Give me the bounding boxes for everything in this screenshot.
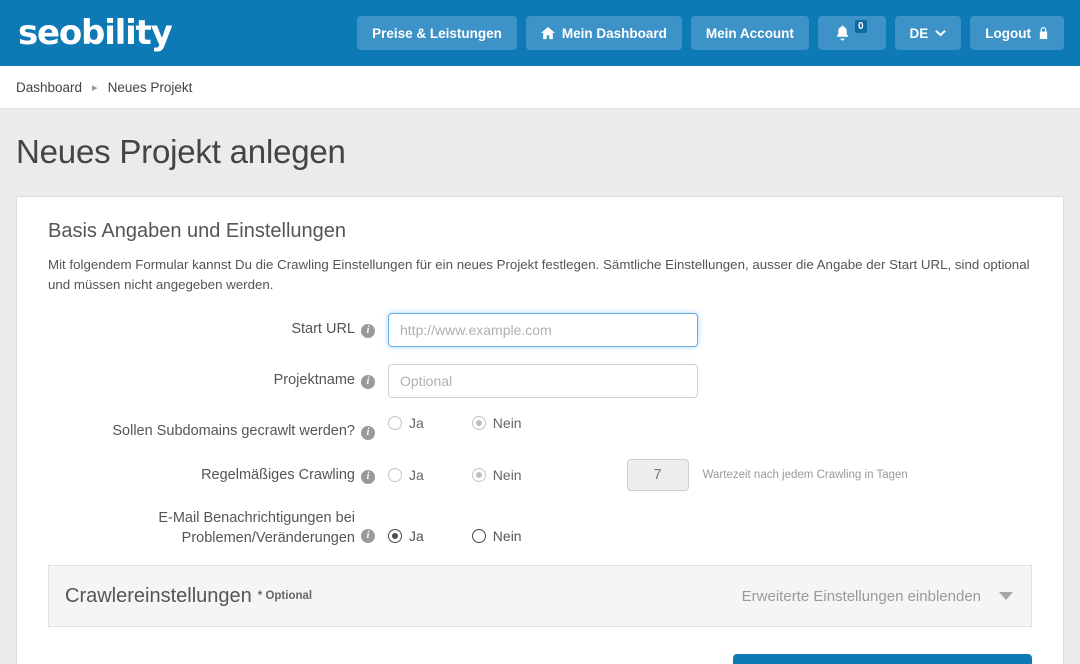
form-row-start-url: Start URL i xyxy=(33,313,1047,348)
email-label-line2: Problemen/Veränderungen xyxy=(181,529,355,546)
nav-account-label: Mein Account xyxy=(705,25,794,41)
crawler-optional-tag: * Optional xyxy=(257,590,313,603)
nav-dashboard-button[interactable]: Mein Dashboard xyxy=(525,16,682,50)
radio-circle-icon xyxy=(388,416,402,431)
project-name-label: Projektname i xyxy=(33,364,388,391)
regular-crawling-radio-yes[interactable]: Ja xyxy=(388,467,424,483)
nav-logout-label: Logout xyxy=(985,25,1031,41)
nav-logout-button[interactable]: Logout xyxy=(970,16,1064,50)
crawler-toggle-label: Erweiterte Einstellungen einblenden xyxy=(741,587,981,605)
radio-circle-checked-icon xyxy=(471,416,486,431)
start-url-input[interactable] xyxy=(388,313,698,348)
crawler-settings-title: Crawlereinstellungen xyxy=(65,584,252,607)
page-title: Neues Projekt anlegen xyxy=(16,133,346,170)
form-row-subdomains: Sollen Subdomains gecrawlt werden? i Ja … xyxy=(33,415,1047,442)
nav-dashboard-label: Mein Dashboard xyxy=(561,25,667,41)
regular-crawling-field-area: Ja Nein Wartezeit nach jedem Crawling in… xyxy=(388,458,908,491)
email-notifications-label: E-Mail Benachrichtigungen bei Problemen/… xyxy=(33,508,388,548)
form-row-email-notifications: E-Mail Benachrichtigungen bei Problemen/… xyxy=(33,508,1047,548)
subdomains-radio-yes[interactable]: Ja xyxy=(388,415,424,431)
regular-crawling-label: Regelmäßiges Crawling i xyxy=(33,459,388,486)
email-notifications-label-text: E-Mail Benachrichtigungen bei Problemen/… xyxy=(158,509,355,548)
seobility-logo[interactable]: seobility xyxy=(18,16,173,50)
nav-language-label: DE xyxy=(909,25,929,41)
regular-crawling-no-label: Nein xyxy=(492,466,522,483)
project-name-input[interactable] xyxy=(388,364,698,399)
basis-settings-panel: Basis Angaben und Einstellungen Mit folg… xyxy=(16,196,1064,664)
info-icon[interactable]: i xyxy=(361,469,375,484)
project-name-field-area xyxy=(388,364,698,399)
bell-icon xyxy=(835,25,850,41)
radio-circle-checked-icon xyxy=(388,528,402,543)
subdomains-label: Sollen Subdomains gecrawlt werden? i xyxy=(33,415,388,442)
subdomains-radio-no[interactable]: Nein xyxy=(471,415,522,432)
crawling-interval-hint: Wartezeit nach jedem Crawling in Tagen xyxy=(702,468,908,481)
subdomains-yes-label: Ja xyxy=(409,415,424,432)
crawler-settings-toggle[interactable]: Erweiterte Einstellungen einblenden xyxy=(742,588,1013,605)
home-icon xyxy=(540,26,555,40)
panel-heading: Basis Angaben und Einstellungen xyxy=(48,220,347,242)
email-notifications-field-area: Ja Nein xyxy=(388,508,570,544)
chevron-down-icon xyxy=(999,592,1013,601)
nav-notifications-button[interactable]: 0 xyxy=(817,16,886,50)
main-navigation: Preise & Leistungen Mein Dashboard Mein … xyxy=(357,16,1064,50)
info-icon[interactable]: i xyxy=(361,528,375,543)
nav-account-button[interactable]: Mein Account xyxy=(690,16,809,50)
breadcrumb: Dashboard ▸ Neues Projekt xyxy=(0,66,1080,109)
info-icon[interactable]: i xyxy=(361,426,375,441)
crawler-settings-bar[interactable]: Crawlereinstellungen * Optional Erweiter… xyxy=(48,565,1032,628)
radio-circle-icon xyxy=(471,528,486,543)
form-row-project-name: Projektname i xyxy=(33,364,1047,399)
regular-crawling-radio-no[interactable]: Nein xyxy=(471,466,522,483)
email-label-line1: E-Mail Benachrichtigungen bei xyxy=(158,509,355,526)
start-url-label: Start URL i xyxy=(33,313,388,340)
regular-crawling-radio-group: Ja Nein xyxy=(388,467,570,483)
nav-language-button[interactable]: DE xyxy=(894,16,962,50)
panel-description: Mit folgendem Formular kannst Du die Cra… xyxy=(48,257,1030,293)
subdomains-label-text: Sollen Subdomains gecrawlt werden? xyxy=(112,423,355,440)
subdomains-radio-group: Ja Nein xyxy=(388,415,570,431)
email-no-label: Nein xyxy=(492,527,522,544)
breadcrumb-item-new-project[interactable]: Neues Projekt xyxy=(108,80,193,95)
start-url-label-text: Start URL xyxy=(291,321,355,338)
subdomains-field-area: Ja Nein xyxy=(388,415,570,431)
nav-pricing-label: Preise & Leistungen xyxy=(372,25,502,41)
crawling-interval-input[interactable] xyxy=(626,458,689,491)
regular-crawling-yes-label: Ja xyxy=(409,466,424,483)
email-yes-label: Ja xyxy=(409,527,424,544)
start-url-field-area xyxy=(388,313,698,348)
form-row-regular-crawling: Regelmäßiges Crawling i Ja Nein Wartezei… xyxy=(33,458,1047,491)
email-notifications-radio-no[interactable]: Nein xyxy=(471,527,522,544)
radio-circle-checked-icon xyxy=(471,467,486,482)
info-icon[interactable]: i xyxy=(361,375,375,390)
top-header: seobility Preise & Leistungen Mein Dashb… xyxy=(0,0,1080,66)
nav-pricing-button[interactable]: Preise & Leistungen xyxy=(357,16,517,50)
lock-icon xyxy=(1038,26,1049,40)
notification-badge: 0 xyxy=(854,19,867,33)
email-notifications-radio-group: Ja Nein xyxy=(388,528,570,544)
email-notifications-radio-yes[interactable]: Ja xyxy=(388,528,424,544)
chevron-down-icon xyxy=(935,29,947,37)
radio-circle-icon xyxy=(388,467,402,482)
project-name-label-text: Projektname xyxy=(273,372,355,389)
breadcrumb-item-dashboard[interactable]: Dashboard xyxy=(16,80,82,95)
submit-row: Projekt anlegen und Crawling beginnen xyxy=(33,627,1047,664)
subdomains-no-label: Nein xyxy=(492,415,522,432)
create-project-button[interactable]: Projekt anlegen und Crawling beginnen xyxy=(733,654,1032,664)
breadcrumb-separator-icon: ▸ xyxy=(92,81,98,94)
info-icon[interactable]: i xyxy=(361,324,375,339)
regular-crawling-label-text: Regelmäßiges Crawling xyxy=(201,466,355,483)
